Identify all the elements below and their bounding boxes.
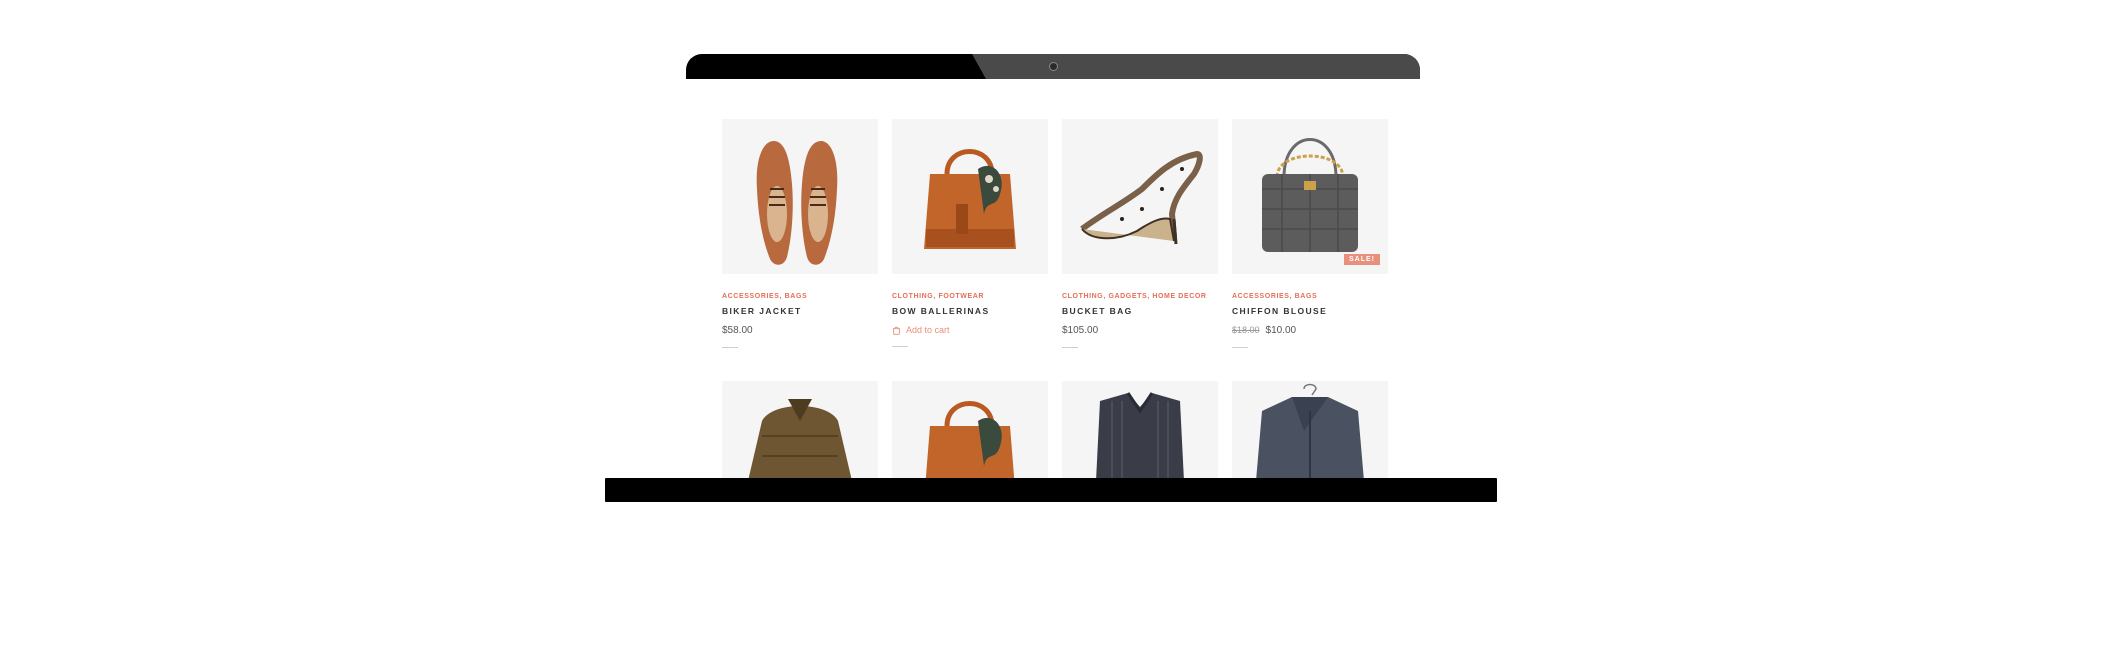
laptop-base (605, 478, 1497, 502)
product-title[interactable]: Bow Ballerinas (892, 306, 1048, 316)
product-categories[interactable]: Accessories, Bags (722, 293, 878, 300)
shopping-bag-icon (892, 326, 901, 335)
product-categories[interactable]: Clothing, Footwear (892, 293, 1048, 300)
product-price: $18.00 $10.00 (1232, 325, 1388, 336)
divider (722, 347, 738, 348)
divider (1062, 347, 1078, 348)
product-categories[interactable]: Clothing, Gadgets, Home Decor (1062, 293, 1218, 300)
product-image-shirt[interactable] (1062, 381, 1218, 478)
product-image-heels[interactable] (1062, 119, 1218, 274)
product-image-quilted-bag[interactable]: Sale! (1232, 119, 1388, 274)
product-title[interactable]: Biker Jacket (722, 306, 878, 316)
divider (892, 346, 908, 347)
product-image-shoes[interactable] (722, 119, 878, 274)
product-image-bag[interactable] (892, 119, 1048, 274)
product-card[interactable]: Clothing, Footwear Bow Ballerinas Add to… (892, 119, 1048, 347)
product-card[interactable]: Clothing, Gadgets, Home Decor Bucket Bag… (1062, 119, 1218, 348)
product-price: $105.00 (1062, 325, 1099, 336)
product-card[interactable]: Accessories, Bags Biker Jacket $58.00 (722, 119, 878, 348)
product-card[interactable] (892, 381, 1048, 478)
product-card[interactable] (1232, 381, 1388, 478)
screen: Accessories, Bags Biker Jacket $58.00 Cl… (686, 79, 1420, 478)
sale-price: $10.00 (1265, 325, 1297, 336)
add-to-cart-button[interactable]: Add to cart (892, 325, 1048, 335)
product-categories[interactable]: Accessories, Bags (1232, 293, 1388, 300)
product-card[interactable]: Sale! Accessories, Bags Chiffon Blouse $… (1232, 119, 1388, 348)
product-image-leather-jacket[interactable] (1232, 381, 1388, 478)
product-title[interactable]: Chiffon Blouse (1232, 306, 1388, 316)
add-to-cart-label: Add to cart (906, 325, 950, 335)
product-card[interactable] (1062, 381, 1218, 478)
product-image-bag[interactable] (892, 381, 1048, 478)
sale-badge: Sale! (1344, 254, 1380, 265)
product-card[interactable] (722, 381, 878, 478)
product-price: $58.00 (722, 325, 753, 336)
webcam-icon (1049, 62, 1058, 71)
old-price: $18.00 (1232, 325, 1260, 335)
divider (1232, 347, 1248, 348)
product-title[interactable]: Bucket Bag (1062, 306, 1218, 316)
product-image-jacket[interactable] (722, 381, 878, 478)
